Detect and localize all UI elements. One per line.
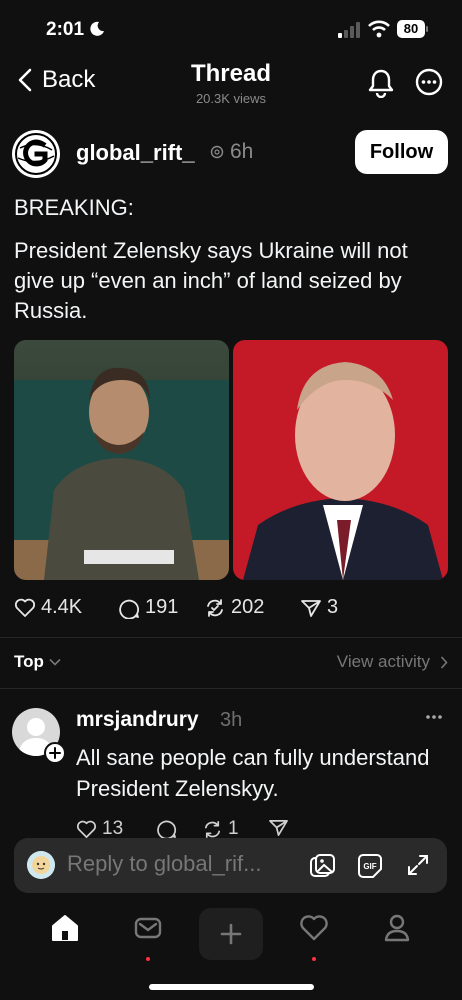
reply-like-button[interactable]: 13: [76, 818, 123, 840]
tab-activity[interactable]: [294, 913, 334, 961]
reply-item: mrsjandrury 3h All sane people can fully…: [12, 704, 450, 844]
person-icon: [384, 914, 410, 942]
tab-home[interactable]: [45, 913, 85, 959]
chevron-right-icon: [440, 655, 448, 669]
reply-composer[interactable]: Reply to global_rif... GIF: [14, 838, 447, 893]
post-image-right[interactable]: [233, 340, 448, 580]
composer-avatar: [27, 851, 55, 879]
tab-profile[interactable]: [377, 913, 417, 959]
like-button[interactable]: 4.4K: [14, 596, 82, 619]
reply-repost-count: 1: [228, 818, 239, 839]
user-avatar-icon: [27, 851, 55, 879]
thread-header: Thread 20.3K views Back: [0, 56, 462, 114]
reply-username[interactable]: mrsjandrury: [76, 708, 199, 732]
notification-dot: [146, 957, 150, 961]
reply-share-button[interactable]: [268, 818, 289, 837]
more-icon[interactable]: [415, 68, 443, 96]
heart-icon: [76, 820, 97, 838]
portrait-photo-left: [14, 340, 229, 580]
svg-text:GIF: GIF: [363, 862, 376, 871]
share-count: 3: [327, 596, 339, 618]
plus-icon: [49, 747, 61, 759]
sort-row: Top View activity: [14, 652, 448, 676]
divider: [0, 688, 462, 689]
portrait-photo-right: [233, 340, 448, 580]
post-text-body: President Zelensky says Ukraine will not…: [14, 238, 408, 323]
like-count: 4.4K: [41, 596, 83, 618]
status-time: 2:01: [46, 19, 85, 40]
globe-logo-icon: [15, 133, 57, 175]
share-button[interactable]: 3: [300, 596, 338, 619]
home-icon: [52, 915, 78, 941]
tab-inbox[interactable]: [128, 913, 168, 961]
divider: [0, 637, 462, 638]
back-button[interactable]: Back: [18, 66, 95, 94]
share-icon: [269, 819, 288, 836]
repost-button[interactable]: 202: [204, 596, 264, 619]
back-label: Back: [42, 66, 96, 93]
chevron-left-icon: [18, 68, 32, 92]
comment-icon: [119, 599, 140, 619]
bell-icon[interactable]: [367, 68, 395, 98]
heart-icon: [14, 598, 36, 617]
reply-repost-button[interactable]: 1: [202, 818, 239, 840]
reply-like-count: 13: [102, 818, 124, 839]
post-image-left[interactable]: [14, 340, 229, 580]
moon-icon: [90, 21, 104, 36]
expand-icon[interactable]: [405, 852, 431, 878]
follow-plus-button[interactable]: [44, 742, 66, 764]
activity-icon: [210, 145, 224, 159]
sort-dropdown[interactable]: Top: [14, 652, 61, 672]
inbox-icon: [134, 917, 162, 939]
battery-level: 80: [397, 20, 425, 38]
battery-icon: 80: [397, 20, 429, 38]
reply-input[interactable]: Reply to global_rif...: [67, 851, 297, 877]
reply-time: 3h: [220, 709, 243, 731]
image-icon[interactable]: [308, 852, 336, 880]
tab-create[interactable]: [199, 908, 263, 960]
follow-button[interactable]: Follow: [355, 130, 448, 174]
signal-icon: [338, 22, 360, 38]
avatar[interactable]: [12, 130, 60, 178]
status-bar: 2:01 80: [0, 0, 462, 56]
view-activity-link[interactable]: View activity: [337, 652, 448, 672]
post-header: global_rift_ 6h Follow: [12, 128, 450, 178]
view-activity-label: View activity: [336, 652, 430, 671]
repost-icon: [207, 598, 223, 617]
heart-icon: [300, 915, 328, 941]
comment-icon: [157, 820, 177, 839]
repost-count: 202: [231, 596, 265, 618]
post-username[interactable]: global_rift_: [76, 140, 195, 166]
tab-bar: [0, 903, 462, 969]
comment-count: 191: [145, 596, 179, 618]
post-text-headline: BREAKING:: [14, 195, 134, 220]
more-icon[interactable]: [425, 714, 443, 720]
home-indicator: [149, 984, 314, 990]
plus-icon: [220, 923, 242, 945]
post-meta: 6h: [210, 140, 253, 164]
chevron-down-icon: [49, 658, 61, 666]
repost-icon: [204, 820, 221, 838]
wifi-icon: [368, 20, 390, 38]
gif-icon[interactable]: GIF: [356, 852, 384, 880]
post-time: 6h: [230, 140, 254, 163]
reply-comment-button[interactable]: [156, 818, 177, 839]
comment-button[interactable]: 191: [118, 596, 178, 619]
notification-dot: [312, 957, 316, 961]
sort-label: Top: [14, 652, 44, 671]
share-icon: [301, 599, 321, 617]
reply-text: All sane people can fully understand Pre…: [76, 745, 430, 801]
